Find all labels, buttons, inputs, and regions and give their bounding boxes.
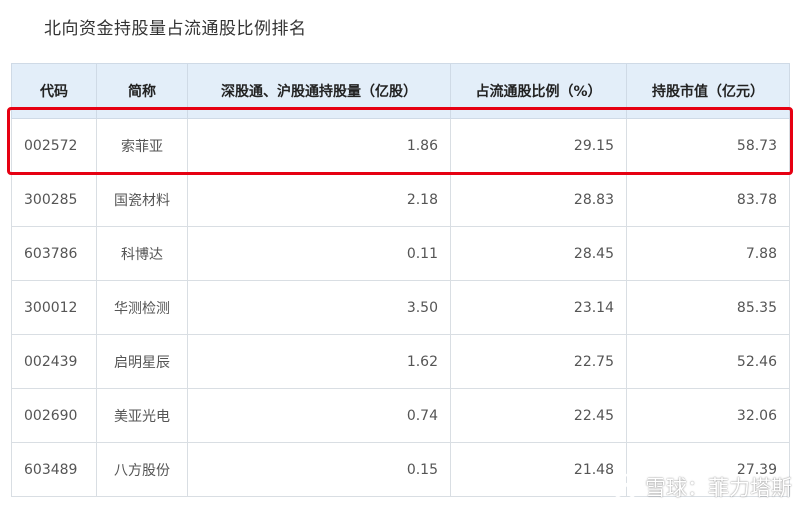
cell-shares: 1.62 [187, 334, 451, 389]
watermark-text: 雪球：菲力塔斯 [645, 476, 792, 500]
cell-code: 300012 [11, 280, 97, 335]
cell-name: 美亚光电 [96, 388, 188, 443]
table-row: 300285 国瓷材料 2.18 28.83 83.78 [11, 172, 790, 227]
cell-name: 国瓷材料 [96, 172, 188, 227]
cell-shares: 2.18 [187, 172, 451, 227]
cell-code: 002572 [11, 118, 97, 173]
watermark: 雪球：菲力塔斯 [611, 472, 792, 502]
cell-name: 科博达 [96, 226, 188, 281]
holdings-table: 代码 简称 深股通、沪股通持股量（亿股） 占流通股比例（%） 持股市值（亿元） … [11, 63, 790, 497]
cell-ratio: 28.45 [450, 226, 627, 281]
column-header-shares: 深股通、沪股通持股量（亿股） [187, 63, 451, 119]
cell-value: 7.88 [626, 226, 790, 281]
cell-value: 32.06 [626, 388, 790, 443]
cell-ratio: 21.48 [450, 442, 627, 497]
column-header-value: 持股市值（亿元） [626, 63, 790, 119]
snowball-logo-icon [611, 473, 639, 501]
cell-code: 603489 [11, 442, 97, 497]
table-row: 002572 索菲亚 1.86 29.15 58.73 [11, 118, 790, 173]
table-row: 002690 美亚光电 0.74 22.45 32.06 [11, 388, 790, 443]
cell-value: 52.46 [626, 334, 790, 389]
cell-shares: 0.74 [187, 388, 451, 443]
cell-shares: 0.11 [187, 226, 451, 281]
cell-name: 八方股份 [96, 442, 188, 497]
cell-value: 58.73 [626, 118, 790, 173]
column-header-ratio: 占流通股比例（%） [450, 63, 627, 119]
table-row: 603786 科博达 0.11 28.45 7.88 [11, 226, 790, 281]
cell-shares: 0.15 [187, 442, 451, 497]
cell-ratio: 23.14 [450, 280, 627, 335]
cell-name: 索菲亚 [96, 118, 188, 173]
column-header-name: 简称 [96, 63, 188, 119]
cell-ratio: 28.83 [450, 172, 627, 227]
cell-value: 83.78 [626, 172, 790, 227]
table-row: 300012 华测检测 3.50 23.14 85.35 [11, 280, 790, 335]
cell-shares: 3.50 [187, 280, 451, 335]
cell-shares: 1.86 [187, 118, 451, 173]
cell-name: 华测检测 [96, 280, 188, 335]
table-row: 002439 启明星辰 1.62 22.75 52.46 [11, 334, 790, 389]
cell-name: 启明星辰 [96, 334, 188, 389]
column-header-code: 代码 [11, 63, 97, 119]
page-title: 北向资金持股量占流通股比例排名 [44, 19, 307, 39]
cell-code: 002690 [11, 388, 97, 443]
cell-ratio: 22.45 [450, 388, 627, 443]
cell-code: 603786 [11, 226, 97, 281]
cell-value: 85.35 [626, 280, 790, 335]
table-header-row: 代码 简称 深股通、沪股通持股量（亿股） 占流通股比例（%） 持股市值（亿元） [11, 63, 790, 119]
cell-ratio: 29.15 [450, 118, 627, 173]
cell-ratio: 22.75 [450, 334, 627, 389]
cell-code: 300285 [11, 172, 97, 227]
cell-code: 002439 [11, 334, 97, 389]
